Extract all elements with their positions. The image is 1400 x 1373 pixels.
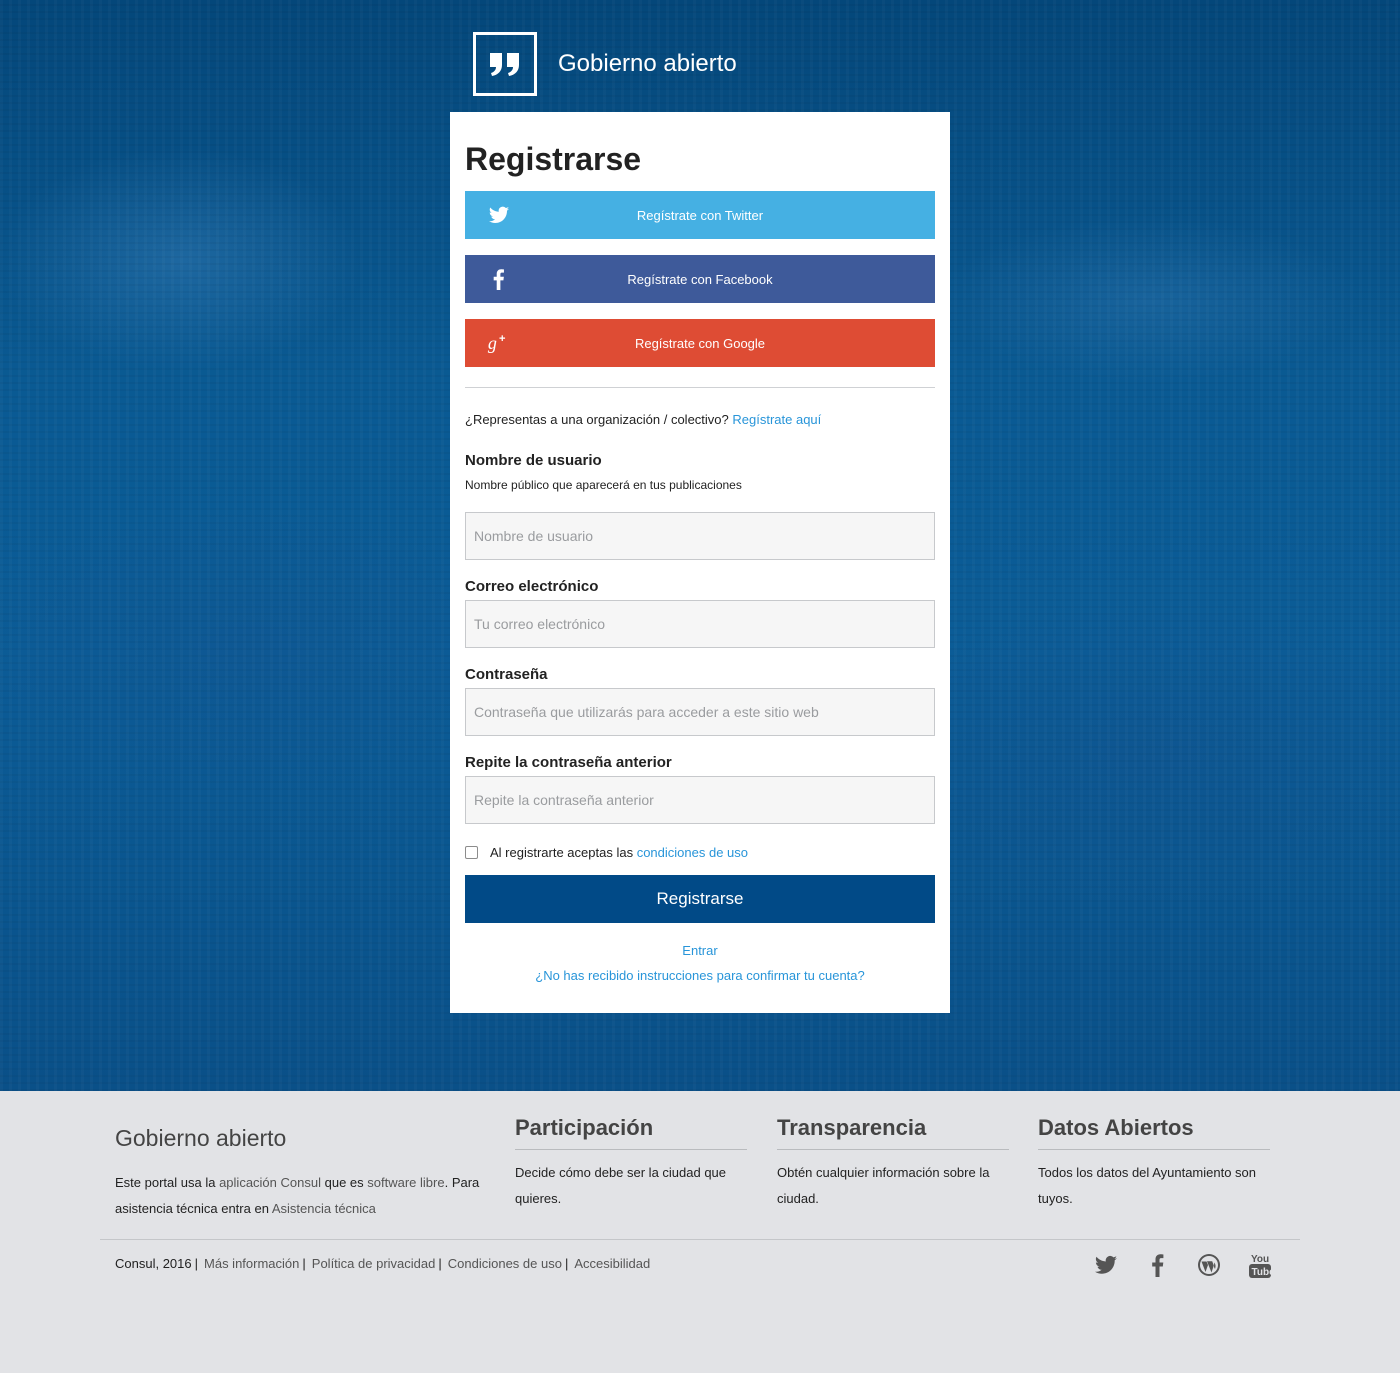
more-info-link[interactable]: Más información [204,1256,299,1271]
terms-of-use-link[interactable]: Condiciones de uso [448,1256,562,1271]
footer-column-title[interactable]: Transparencia [777,1115,1009,1150]
google-label: Regístrate con Google [634,335,766,351]
register-facebook-button[interactable]: Regístrate con Facebook [465,255,935,303]
google-plus-icon: g + [487,331,511,355]
confirm-link-row: ¿No has recibido instrucciones para conf… [450,968,950,983]
footer-column-text: Decide cómo debe ser la ciudad que quier… [515,1165,727,1206]
confirm-instructions-link[interactable]: ¿No has recibido instrucciones para conf… [535,968,865,983]
organization-register-link[interactable]: Regístrate aquí [732,412,821,427]
footer-column-text: Todos los datos del Ayuntamiento son tuy… [1038,1165,1257,1206]
footer-description: Este portal usa la aplicación Consul que… [115,1170,495,1222]
facebook-icon[interactable] [1146,1252,1172,1278]
login-link-row: Entrar [450,943,950,958]
svg-text:g: g [488,333,497,353]
privacy-link[interactable]: Política de privacidad [312,1256,436,1271]
svg-text:+: + [499,333,506,345]
divider [465,387,935,388]
brand-name: Gobierno abierto [558,50,737,77]
email-label: Correo electrónico [465,578,599,595]
tech-support-link[interactable]: Asistencia técnica [272,1201,376,1216]
footer-desc-text-1: Este portal usa la [115,1175,216,1190]
youtube-icon[interactable]: You Tube [1248,1252,1275,1280]
username-input[interactable] [465,512,935,560]
footer-column-open-data: Datos Abiertos Todos los datos del Ayunt… [1038,1115,1270,1212]
footer-column-text: Obtén cualquier información sobre la ciu… [777,1165,990,1206]
email-input[interactable] [465,600,935,648]
svg-text:You: You [1251,1254,1269,1265]
footer-desc-text-2: que es [324,1175,364,1190]
footer-links: Consul, 2016 | Más información | Política … [115,1256,651,1271]
password-input[interactable] [465,688,935,736]
footer-column-title[interactable]: Datos Abiertos [1038,1115,1270,1150]
terms-text: Al registrarte aceptas las [490,845,634,860]
footer-divider [100,1239,1300,1240]
register-google-button[interactable]: g + Regístrate con Google [465,319,935,367]
username-help: Nombre público que aparecerá en tus publ… [465,478,742,492]
twitter-label: Regístrate con Twitter [636,207,764,223]
twitter-icon[interactable] [1094,1253,1120,1279]
terms-link[interactable]: condiciones de uso [637,845,748,860]
copyright: Consul, 2016 [115,1256,192,1271]
password-confirm-label: Repite la contraseña anterior [465,754,672,771]
quote-logo-icon [473,32,537,96]
svg-text:Tube: Tube [1252,1267,1273,1278]
accessibility-link[interactable]: Accesibilidad [574,1256,650,1271]
terms-row: Al registrarte aceptas las condiciones d… [465,845,748,860]
site-brand[interactable]: Gobierno abierto [473,32,737,96]
organization-prompt: ¿Representas a una organización / colect… [465,412,821,427]
page-title: Registrarse [465,141,642,177]
login-link[interactable]: Entrar [682,943,717,958]
organization-question: ¿Representas a una organización / colect… [465,412,729,427]
footer-column-title[interactable]: Participación [515,1115,747,1150]
register-card: Registrarse Regístrate con Twitter Regís… [450,112,950,1013]
terms-checkbox[interactable] [465,846,478,859]
consul-app-link[interactable]: aplicación Consul [219,1175,321,1190]
twitter-icon [487,203,511,227]
register-twitter-button[interactable]: Regístrate con Twitter [465,191,935,239]
password-label: Contraseña [465,666,548,683]
free-software-link[interactable]: software libre [367,1175,444,1190]
password-confirm-input[interactable] [465,776,935,824]
facebook-icon [487,267,511,291]
footer-column-transparency: Transparencia Obtén cualquier informació… [777,1115,1009,1212]
username-label: Nombre de usuario [465,452,602,469]
wordpress-icon[interactable] [1197,1253,1223,1279]
footer-brand: Gobierno abierto [115,1125,287,1151]
facebook-label: Regístrate con Facebook [627,271,773,287]
footer-column-participation: Participación Decide cómo debe ser la ci… [515,1115,747,1212]
register-submit-button[interactable]: Registrarse [465,875,935,923]
